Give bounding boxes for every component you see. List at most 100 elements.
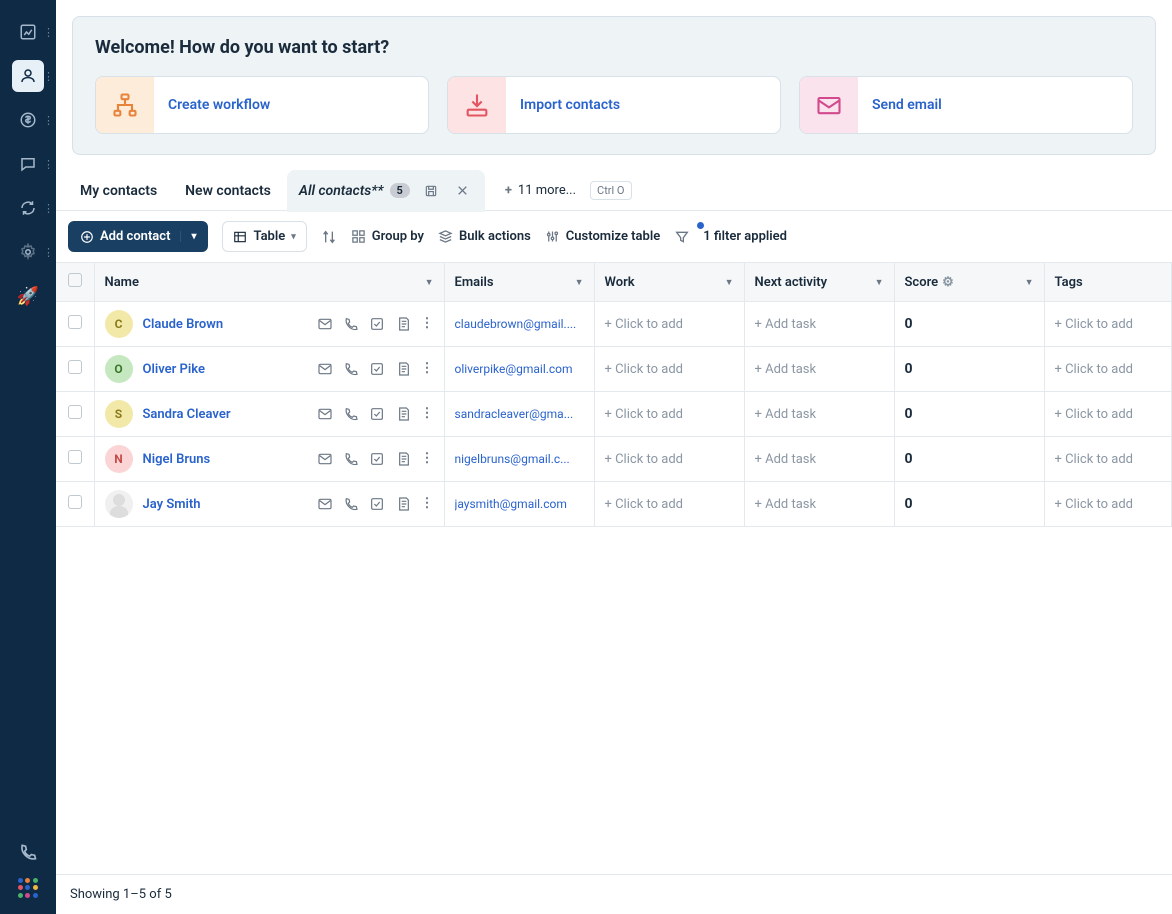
app-launcher-button[interactable]	[18, 878, 38, 898]
contact-email-link[interactable]: oliverpike@gmail.com	[455, 362, 584, 376]
contact-email-link[interactable]: claudebrown@gmail....	[455, 317, 584, 331]
row-more-icon[interactable]: ⋮	[421, 406, 434, 422]
work-add[interactable]: + Click to add	[605, 317, 684, 332]
contact-name-link[interactable]: Oliver Pike	[143, 362, 206, 377]
row-more-icon[interactable]: ⋮	[421, 361, 434, 377]
contact-name-link[interactable]: Jay Smith	[143, 497, 201, 512]
sort-button[interactable]	[321, 229, 337, 245]
welcome-card-send-email[interactable]: Send email	[799, 76, 1133, 134]
filter-applied-button[interactable]: 1 filter applied	[674, 229, 787, 245]
contact-email-link[interactable]: nigelbruns@gmail.c...	[455, 452, 584, 466]
row-more-icon[interactable]: ⋮	[421, 451, 434, 467]
next-activity-add[interactable]: + Add task	[755, 317, 817, 332]
column-score[interactable]: Score⚙▼	[894, 263, 1044, 302]
sidebar-item-dashboard[interactable]: ⋮	[12, 16, 44, 48]
sidebar-item-contacts[interactable]: ⋮	[12, 60, 44, 92]
view-toggle-button[interactable]: Table ▾	[222, 221, 306, 252]
welcome-card-create-workflow[interactable]: Create workflow	[95, 76, 429, 134]
contact-email-link[interactable]: jaysmith@gmail.com	[455, 497, 584, 511]
row-task-icon[interactable]	[369, 451, 385, 467]
work-add[interactable]: + Click to add	[605, 362, 684, 377]
next-activity-add[interactable]: + Add task	[755, 497, 817, 512]
row-call-icon[interactable]	[343, 496, 359, 512]
sidebar-more-icon[interactable]: ⋮	[43, 158, 54, 171]
row-email-icon[interactable]	[317, 496, 333, 512]
tab-all-contacts[interactable]: All contacts** 5	[287, 170, 485, 212]
tabs-more-button[interactable]: + 11 more... Ctrl O	[505, 181, 632, 200]
contact-name-link[interactable]: Nigel Bruns	[143, 452, 211, 467]
tags-add[interactable]: + Click to add	[1055, 362, 1134, 377]
row-checkbox[interactable]	[68, 360, 82, 374]
next-activity-add[interactable]: + Add task	[755, 362, 817, 377]
row-note-icon[interactable]	[395, 496, 411, 512]
row-checkbox[interactable]	[68, 405, 82, 419]
bulk-actions-button[interactable]: Bulk actions	[438, 229, 531, 244]
sidebar-more-icon[interactable]: ⋮	[43, 70, 54, 83]
row-note-icon[interactable]	[395, 451, 411, 467]
sidebar-item-rocket[interactable]: 🚀	[12, 280, 44, 312]
row-call-icon[interactable]	[343, 316, 359, 332]
tab-close-icon[interactable]	[452, 180, 473, 201]
gear-icon[interactable]: ⚙	[942, 275, 954, 290]
contact-name-link[interactable]: Sandra Cleaver	[143, 407, 231, 422]
sidebar-item-automation[interactable]: ⋮	[12, 192, 44, 224]
chevron-down-icon[interactable]: ▼	[875, 277, 884, 288]
column-name[interactable]: Name▼	[94, 263, 444, 302]
sidebar-more-icon[interactable]: ⋮	[43, 202, 54, 215]
row-email-icon[interactable]	[317, 406, 333, 422]
select-all-checkbox[interactable]	[68, 273, 82, 287]
column-work[interactable]: Work▼	[594, 263, 744, 302]
group-by-button[interactable]: Group by	[351, 229, 424, 244]
tags-add[interactable]: + Click to add	[1055, 497, 1134, 512]
tags-add[interactable]: + Click to add	[1055, 317, 1134, 332]
tab-new-contacts[interactable]: New contacts	[173, 173, 283, 209]
next-activity-add[interactable]: + Add task	[755, 452, 817, 467]
tab-save-icon[interactable]	[420, 180, 442, 202]
row-call-icon[interactable]	[343, 451, 359, 467]
tab-my-contacts[interactable]: My contacts	[68, 173, 169, 209]
chevron-down-icon[interactable]: ▼	[1025, 277, 1034, 288]
sidebar-more-icon[interactable]: ⋮	[43, 246, 54, 259]
contact-name-link[interactable]: Claude Brown	[143, 317, 224, 332]
add-contact-button[interactable]: Add contact ▾	[68, 221, 208, 252]
welcome-card-import-contacts[interactable]: Import contacts	[447, 76, 781, 134]
row-task-icon[interactable]	[369, 406, 385, 422]
row-task-icon[interactable]	[369, 316, 385, 332]
row-note-icon[interactable]	[395, 406, 411, 422]
next-activity-add[interactable]: + Add task	[755, 407, 817, 422]
row-checkbox[interactable]	[68, 315, 82, 329]
row-checkbox[interactable]	[68, 495, 82, 509]
work-add[interactable]: + Click to add	[605, 452, 684, 467]
column-emails[interactable]: Emails▼	[444, 263, 594, 302]
chevron-down-icon[interactable]: ▼	[725, 277, 734, 288]
row-call-icon[interactable]	[343, 406, 359, 422]
work-add[interactable]: + Click to add	[605, 497, 684, 512]
row-more-icon[interactable]: ⋮	[421, 496, 434, 512]
chevron-down-icon[interactable]: ▼	[575, 277, 584, 288]
customize-table-button[interactable]: Customize table	[545, 229, 660, 244]
row-more-icon[interactable]: ⋮	[421, 316, 434, 332]
row-email-icon[interactable]	[317, 451, 333, 467]
row-email-icon[interactable]	[317, 361, 333, 377]
tags-add[interactable]: + Click to add	[1055, 407, 1134, 422]
row-note-icon[interactable]	[395, 361, 411, 377]
row-task-icon[interactable]	[369, 496, 385, 512]
contact-email-link[interactable]: sandracleaver@gma...	[455, 407, 584, 421]
sidebar-phone-button[interactable]	[18, 842, 38, 862]
row-note-icon[interactable]	[395, 316, 411, 332]
chevron-down-icon[interactable]: ▾	[180, 231, 196, 242]
chevron-down-icon[interactable]: ▼	[425, 277, 434, 288]
row-checkbox[interactable]	[68, 450, 82, 464]
sidebar-item-settings[interactable]: ⋮	[12, 236, 44, 268]
sidebar-more-icon[interactable]: ⋮	[43, 26, 54, 39]
column-tags[interactable]: Tags	[1044, 263, 1172, 302]
row-call-icon[interactable]	[343, 361, 359, 377]
sidebar-item-deals[interactable]: ⋮	[12, 104, 44, 136]
row-email-icon[interactable]	[317, 316, 333, 332]
tags-add[interactable]: + Click to add	[1055, 452, 1134, 467]
row-task-icon[interactable]	[369, 361, 385, 377]
sidebar-item-conversations[interactable]: ⋮	[12, 148, 44, 180]
sidebar-more-icon[interactable]: ⋮	[43, 114, 54, 127]
work-add[interactable]: + Click to add	[605, 407, 684, 422]
column-next-activity[interactable]: Next activity▼	[744, 263, 894, 302]
